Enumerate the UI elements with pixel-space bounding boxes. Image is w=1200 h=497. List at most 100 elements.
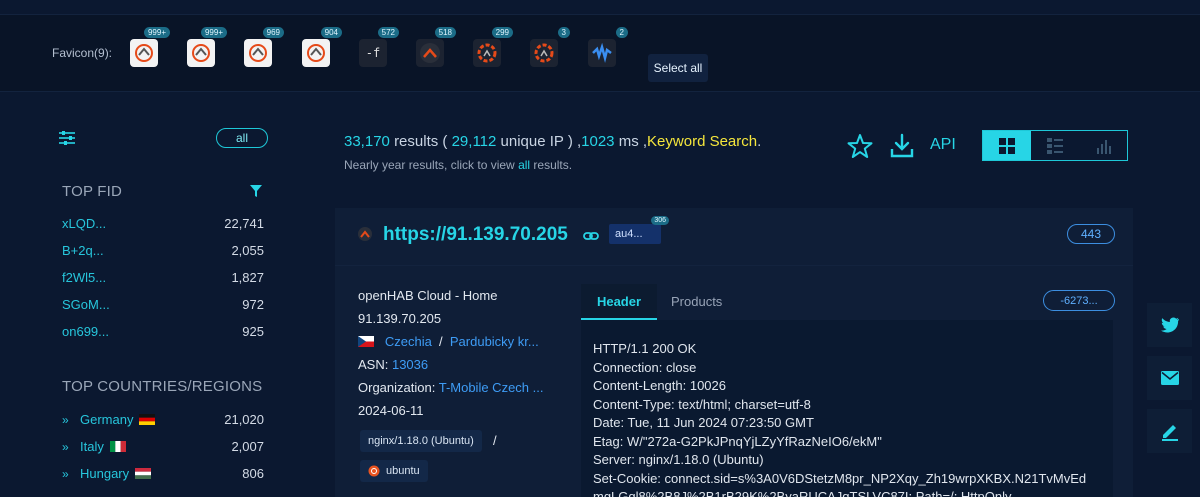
http-header-panel: HTTP/1.1 200 OK Connection: close Conten… [581,320,1113,497]
country-row[interactable]: » Germany 21,020 [62,412,264,427]
country-name[interactable]: Italy [80,439,104,454]
favicon-item[interactable]: 904 [302,27,342,67]
fid-count: 22,741 [224,216,264,231]
unique-word: unique IP [500,133,564,150]
header-line: Server: nginx/1.18.0 (Ubuntu) [593,452,764,467]
country-row[interactable]: » Hungary 806 [62,466,264,481]
os-label: ubuntu [386,465,420,477]
favicon-item[interactable]: 3 [530,27,570,67]
stats-view-button[interactable] [1079,131,1127,160]
header-line: Date: Tue, 11 Jun 2024 07:23:50 GMT [593,415,814,430]
fid-row[interactable]: on699... 925 [62,324,264,339]
openhab-icon [358,227,372,241]
fid-key[interactable]: xLQD... [62,216,106,231]
country-name[interactable]: Germany [80,412,133,427]
fid-key[interactable]: B+2q... [62,243,104,258]
link-icon[interactable] [583,228,599,244]
favicon-item[interactable]: 999+ [130,27,170,67]
funnel-icon[interactable] [250,185,262,197]
list-view-button[interactable] [1031,131,1079,160]
favicon-item[interactable]: 999+ [187,27,227,67]
org-row: Organization: T-Mobile Czech ... [358,380,543,395]
result-count: 33,170 [344,133,390,150]
fid-key[interactable]: f2Wl5... [62,270,106,285]
favicon-label: Favicon(9): [52,46,113,60]
favicon-count: 3 [557,27,570,38]
country-link[interactable]: Czechia [385,334,432,349]
header-line: Content-Length: 10026 [593,378,726,393]
top-fid-title: TOP FID [62,183,123,200]
fid-count: 1,827 [231,270,264,285]
fid-row[interactable]: xLQD... 22,741 [62,216,264,231]
tab-products[interactable]: Products [671,294,722,309]
api-button[interactable]: API [930,136,956,154]
period: . [757,133,762,150]
header-line: Connection: close [593,359,697,375]
all-filter-pill[interactable]: all [216,128,268,148]
tag-label: au4... [615,228,643,240]
fid-row[interactable]: SGoM... 972 [62,297,264,312]
paren-close: ) , [563,133,582,150]
favicon-text: -f [365,46,381,60]
ip-link[interactable]: 91.139.70.205 [358,311,441,326]
fid-key[interactable]: on699... [62,324,109,339]
server-chip[interactable]: nginx/1.18.0 (Ubuntu) [360,430,482,452]
fid-count: 925 [242,324,264,339]
openhab-icon [192,44,210,62]
fid-key[interactable]: SGoM... [62,297,110,312]
fid-row[interactable]: f2Wl5... 1,827 [62,270,264,285]
country-name[interactable]: Hungary [80,466,129,481]
favicon-item[interactable]: 572 -f [359,27,399,67]
chip-separator: / [493,433,497,448]
org-link[interactable]: T-Mobile Czech ... [439,380,544,395]
favicon-item[interactable]: 299 [473,27,513,67]
email-share-button[interactable] [1147,356,1192,400]
results-summary: 33,170 results ( 29,112 unique IP ) ,102… [344,133,761,150]
region-link[interactable]: Pardubicky kr... [450,334,539,349]
asn-link[interactable]: 13036 [392,357,428,372]
fid-row[interactable]: B+2q... 2,055 [62,243,264,258]
double-chevron-icon: » [62,439,69,454]
result-url[interactable]: https://91.139.70.205 [383,224,568,246]
country-count: 806 [242,466,264,481]
header-line: Set-Cookie: connect.sid=s%3A0V6DStetzM8p… [593,470,1087,486]
port-badge[interactable]: 443 [1067,224,1115,244]
result-tag[interactable]: au4... 306 [609,216,669,244]
grid-icon [999,137,1015,154]
favicon-bar: Favicon(9): 999+ 999+ 969 904 572 -f 518… [0,14,1200,92]
site-title: openHAB Cloud - Home [358,288,498,303]
header-line: Etag: W/"272a-G2PkJPnqYjLZyYfRazNeIO6/ek… [593,433,882,449]
os-chip[interactable]: ubuntu [360,460,428,482]
openhab-icon [135,44,153,62]
filter-sliders-icon[interactable] [58,130,76,146]
view-all-link[interactable]: all [518,158,530,172]
results-sub-prefix: Nearly year results, click to view [344,158,515,172]
favicon-item[interactable]: 518 [416,27,456,67]
hash-badge[interactable]: -6273... [1043,290,1115,311]
star-icon[interactable] [846,132,874,160]
country-count: 2,007 [231,439,264,454]
favicon-count: 572 [377,27,399,38]
tab-header[interactable]: Header [581,284,657,320]
select-all-button[interactable]: Select all [648,54,708,82]
ms-word: ms [618,133,639,150]
favicon-count: 999+ [143,27,170,38]
czechia-flag-icon [358,336,374,347]
asn-row: ASN: 13036 [358,357,428,372]
openhab-gear-icon [477,43,497,63]
download-icon[interactable] [888,132,916,160]
hungary-flag-icon [135,468,152,479]
result-card-header: https://91.139.70.205 au4... 306 443 [335,208,1133,266]
asn-label: ASN: [358,357,389,372]
view-switcher [982,130,1128,161]
favicon-item[interactable]: 969 [244,27,284,67]
country-row[interactable]: » Italy 2,007 [62,439,264,454]
mail-icon [1160,371,1179,385]
favicon-item[interactable]: 2 [588,27,628,67]
detail-tabs: Header Products -6273... [581,284,1115,320]
edit-button[interactable] [1147,409,1192,453]
twitter-share-button[interactable] [1147,303,1192,347]
grid-view-button[interactable] [983,131,1031,160]
double-chevron-icon: » [62,466,69,481]
blue-wave-icon [592,42,612,63]
